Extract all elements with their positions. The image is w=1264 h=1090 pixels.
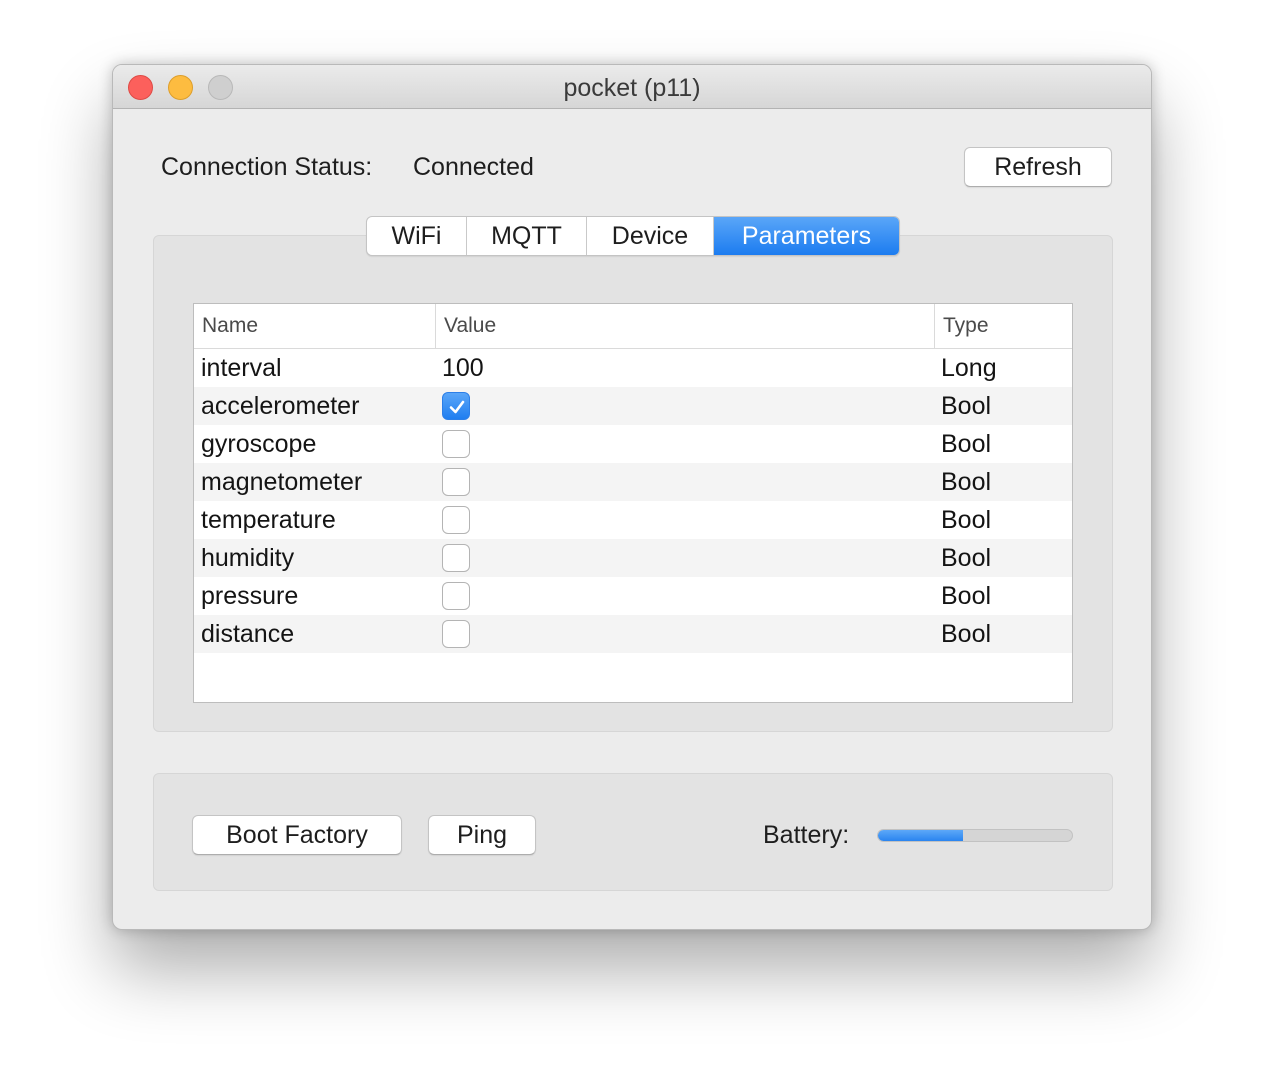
table-row[interactable]: accelerometer Bool	[194, 387, 1072, 425]
tab-parameters[interactable]: Parameters	[714, 217, 899, 255]
connection-status-label: Connection Status:	[161, 153, 373, 181]
table-body: interval 100 Long accelerometer Bool gyr…	[194, 349, 1072, 691]
param-name: magnetometer	[201, 468, 363, 496]
refresh-button[interactable]: Refresh	[964, 147, 1112, 187]
boot-factory-button[interactable]: Boot Factory	[192, 815, 402, 855]
battery-label: Battery:	[763, 821, 850, 849]
tab-bar: WiFi MQTT Device Parameters	[366, 216, 900, 256]
param-type: Bool	[941, 620, 992, 648]
param-checkbox[interactable]	[442, 620, 470, 648]
param-checkbox[interactable]	[442, 506, 470, 534]
tab-wifi[interactable]: WiFi	[367, 217, 467, 255]
column-header-value[interactable]: Value	[435, 304, 934, 349]
app-window: pocket (p11) Connection Status: Connecte…	[112, 64, 1152, 930]
checkmark-icon	[449, 400, 465, 414]
param-value-text[interactable]: 100	[442, 349, 484, 387]
window-title: pocket (p11)	[563, 74, 701, 102]
param-type: Bool	[941, 430, 992, 458]
connection-status-value: Connected	[413, 153, 534, 181]
param-checkbox[interactable]	[442, 392, 470, 420]
param-checkbox[interactable]	[442, 582, 470, 610]
param-type: Bool	[941, 506, 992, 534]
param-checkbox[interactable]	[442, 544, 470, 572]
title-bar[interactable]: pocket (p11)	[113, 65, 1151, 109]
param-name: gyroscope	[201, 430, 317, 458]
param-checkbox[interactable]	[442, 430, 470, 458]
parameters-table: Name Value Type interval 100 Long accele…	[193, 303, 1073, 703]
tab-mqtt[interactable]: MQTT	[467, 217, 587, 255]
table-header: Name Value Type	[194, 304, 1072, 349]
table-row[interactable]: gyroscope Bool	[194, 425, 1072, 463]
param-name: pressure	[201, 582, 299, 610]
param-type: Bool	[941, 582, 992, 610]
battery-level-bar	[877, 829, 1073, 842]
param-name: humidity	[201, 544, 295, 572]
table-row[interactable]: pressure Bool	[194, 577, 1072, 615]
table-row-empty	[194, 653, 1072, 691]
ping-button[interactable]: Ping	[428, 815, 536, 855]
param-name: interval	[201, 354, 282, 382]
param-type: Long	[941, 354, 997, 382]
param-type: Bool	[941, 544, 992, 572]
table-row[interactable]: humidity Bool	[194, 539, 1072, 577]
param-name: temperature	[201, 506, 336, 534]
tab-device[interactable]: Device	[587, 217, 714, 255]
table-row[interactable]: temperature Bool	[194, 501, 1072, 539]
column-header-name[interactable]: Name	[194, 304, 435, 349]
param-type: Bool	[941, 392, 992, 420]
table-row[interactable]: interval 100 Long	[194, 349, 1072, 387]
battery-level-fill	[878, 830, 964, 841]
param-type: Bool	[941, 468, 992, 496]
table-row[interactable]: magnetometer Bool	[194, 463, 1072, 501]
param-name: distance	[201, 620, 295, 648]
table-row[interactable]: distance Bool	[194, 615, 1072, 653]
column-header-type[interactable]: Type	[934, 304, 1072, 349]
param-checkbox[interactable]	[442, 468, 470, 496]
param-name: accelerometer	[201, 392, 360, 420]
